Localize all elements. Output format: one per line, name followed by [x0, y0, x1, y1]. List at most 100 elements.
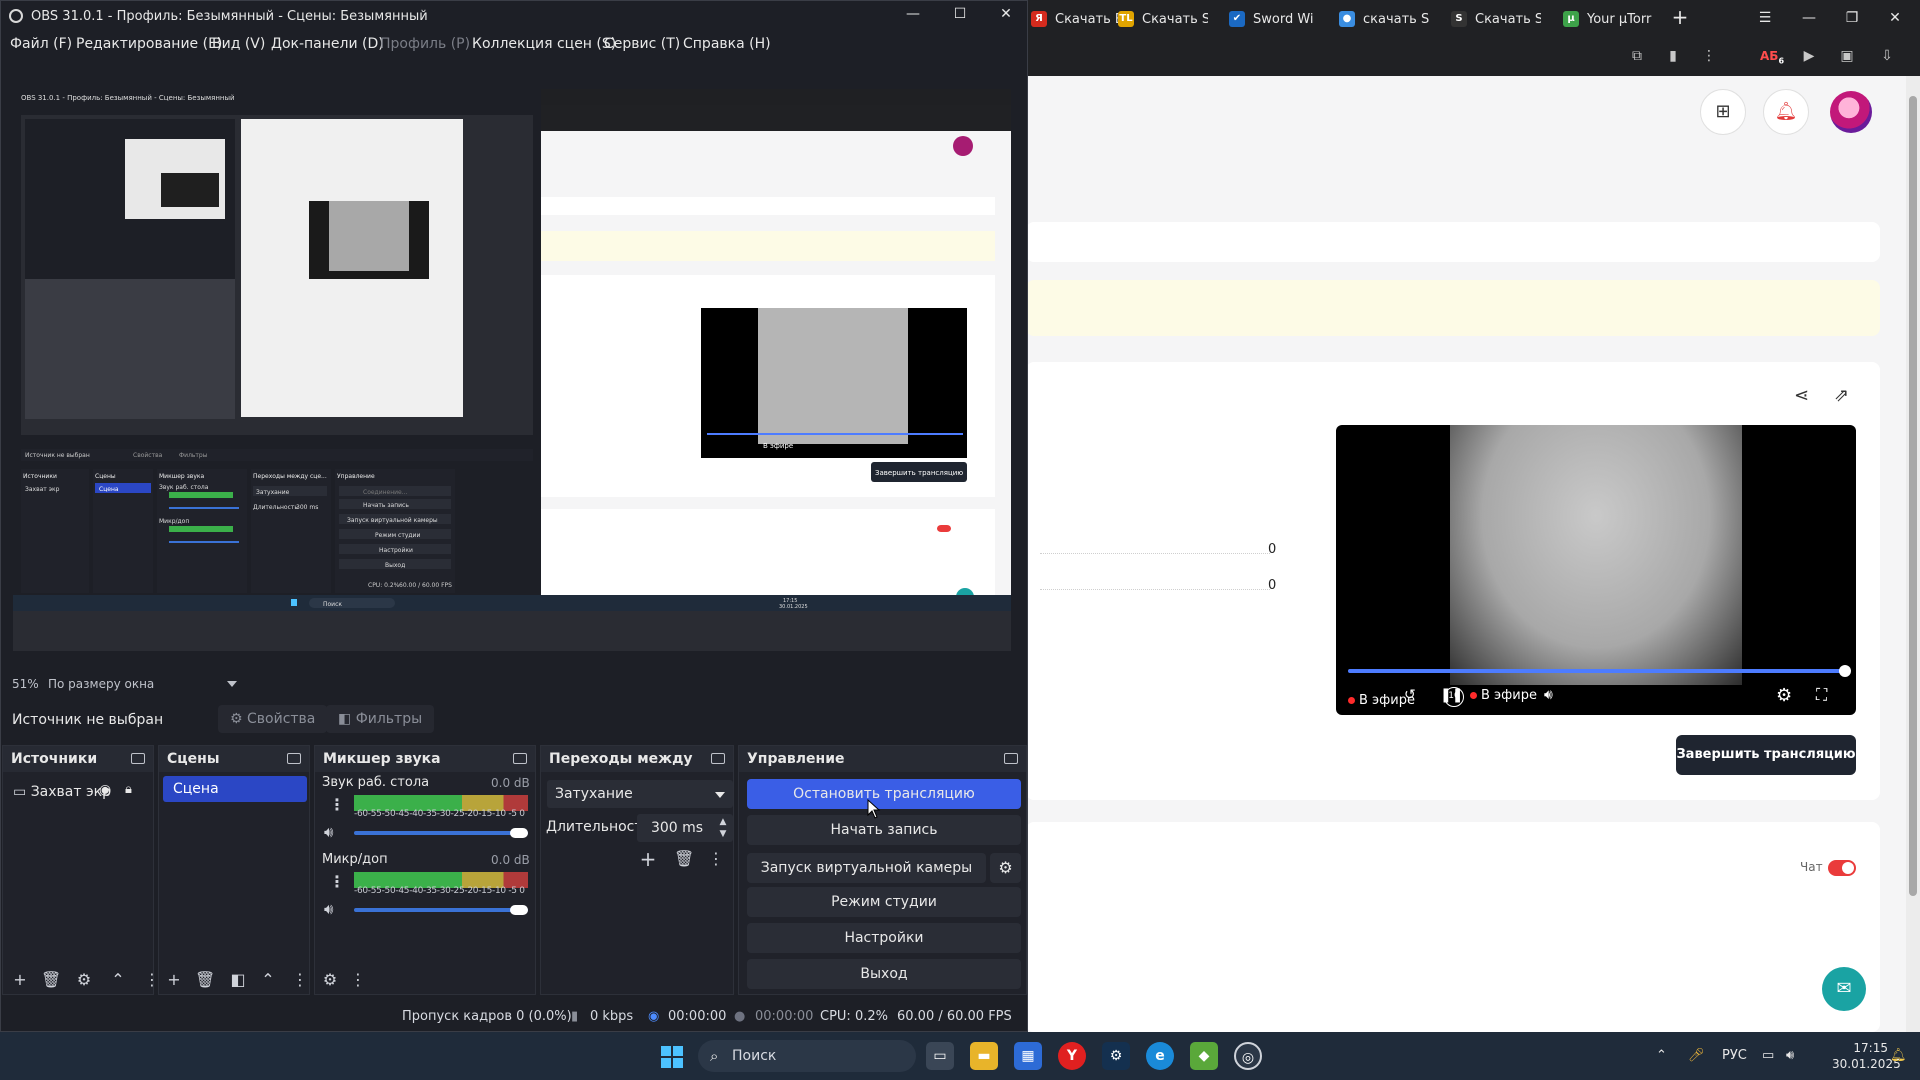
spin-down-icon[interactable]: ▼ — [717, 829, 729, 839]
zoom-mode-select[interactable]: По размеру окна — [48, 677, 154, 691]
volume-slider-knob[interactable] — [510, 828, 528, 838]
play-icon[interactable]: ▶ — [1798, 46, 1820, 66]
download-icon[interactable]: ⇩ — [1876, 46, 1898, 66]
volume-slider-knob[interactable] — [510, 905, 528, 915]
studio-mode-button[interactable]: Режим студии — [747, 887, 1021, 917]
source-item[interactable]: ▭ Захват экр — [13, 784, 111, 800]
exit-button[interactable]: Выход — [747, 959, 1021, 989]
undock-icon[interactable] — [287, 753, 301, 764]
scene-item[interactable]: Сцена — [163, 776, 307, 802]
filters-button[interactable]: ◧ Фильтры — [326, 705, 435, 733]
volume-slider[interactable] — [354, 831, 528, 835]
browser-tab-5[interactable]: S Скачать S — [1451, 6, 1541, 32]
undock-icon[interactable] — [1004, 753, 1018, 764]
minimize-icon[interactable]: — — [1797, 6, 1821, 30]
browser-tab-1[interactable]: Я Скачать Е — [1031, 6, 1121, 32]
start-recording-button[interactable]: Начать запись — [747, 815, 1021, 845]
stream-video-player[interactable]: В эфире ↺ ❚❚ 10 В эфире 🔊︎ ⚙ ⛶ — [1336, 425, 1856, 715]
app-icon[interactable]: ◆ — [1190, 1042, 1218, 1070]
trash-icon[interactable]: 🗑︎ — [41, 970, 61, 989]
new-tab-button[interactable]: + — [1668, 6, 1692, 30]
gear-icon[interactable]: ⚙ — [321, 970, 339, 989]
obs-preview[interactable]: Завершить трансляцию В эфире OBS 31.0.1 … — [13, 89, 1011, 651]
trash-icon[interactable]: 🗑︎ — [674, 849, 694, 868]
notification-bell-icon[interactable]: 🔔︎ — [1890, 1048, 1907, 1063]
microphone-icon[interactable]: 🎤︎ — [1688, 1048, 1705, 1063]
steam-icon[interactable]: ⚙ — [1102, 1042, 1130, 1070]
store-icon[interactable]: ▦ — [1014, 1042, 1042, 1070]
minimize-icon[interactable]: — — [898, 6, 928, 26]
undock-icon[interactable] — [131, 753, 145, 764]
file-explorer-icon[interactable]: ▬ — [970, 1042, 998, 1070]
duration-spinbox[interactable]: 300 ms ▲ ▼ — [637, 814, 733, 842]
menu-file[interactable]: Файл (F) — [10, 36, 72, 52]
menu-scene-collection[interactable]: Коллекция сцен (S) — [472, 36, 616, 52]
scrollbar-thumb[interactable] — [1909, 96, 1917, 896]
skip-10-icon[interactable]: 10 — [1444, 687, 1464, 707]
add-source-icon[interactable]: + — [11, 970, 29, 989]
clock[interactable]: 17:15 30.01.2025 — [1832, 1040, 1901, 1072]
eye-icon[interactable]: ◉ — [99, 782, 111, 798]
adblock-icon[interactable]: АБ6 — [1760, 46, 1784, 66]
add-scene-icon[interactable]: + — [165, 970, 183, 989]
avatar[interactable] — [1830, 91, 1872, 133]
settings-icon[interactable]: ⚙ — [1776, 685, 1792, 706]
volume-icon[interactable]: 🔊︎ — [1786, 1048, 1794, 1063]
settings-button[interactable]: Настройки — [747, 923, 1021, 953]
network-icon[interactable]: ▭ — [1762, 1048, 1774, 1063]
more-icon[interactable]: ⋮ — [291, 970, 309, 989]
obs-taskbar-icon[interactable]: ◎ — [1234, 1042, 1262, 1070]
rewind-icon[interactable]: ↺ — [1404, 687, 1416, 703]
windows-start-icon[interactable] — [661, 1046, 683, 1068]
channel-menu-icon[interactable]: ⋮ — [329, 795, 345, 814]
undock-icon[interactable] — [711, 753, 725, 764]
support-chat-icon[interactable]: ✉ — [1822, 967, 1866, 1011]
chevron-up-icon[interactable]: ⌃ — [1656, 1048, 1667, 1063]
add-transition-icon[interactable]: + — [639, 847, 657, 871]
menu-edit[interactable]: Редактирование (E) — [76, 36, 222, 52]
edge-icon[interactable]: e — [1146, 1042, 1174, 1070]
bookmark-icon[interactable]: ▮ — [1662, 46, 1684, 66]
volume-slider[interactable] — [354, 908, 528, 912]
notification-icon[interactable]: 🔔︎ — [1763, 89, 1809, 135]
maximize-icon[interactable]: ☐ — [945, 6, 975, 26]
virtual-camera-button[interactable]: Запуск виртуальной камеры — [747, 853, 986, 883]
virtual-camera-settings-icon[interactable]: ⚙ — [990, 853, 1021, 883]
stop-streaming-button[interactable]: Остановить трансляцию — [747, 779, 1021, 809]
more-icon[interactable]: ⋮ — [349, 970, 367, 989]
browser-tab-6[interactable]: µ Your μTorr — [1563, 6, 1663, 32]
chevron-down-icon[interactable] — [227, 681, 237, 687]
browser-tab-3[interactable]: ✔ Sword Wi — [1229, 6, 1319, 32]
translate-icon[interactable]: ⧉ — [1626, 46, 1648, 66]
close-icon[interactable]: ✕ — [991, 6, 1021, 26]
add-icon[interactable]: ⊞ — [1700, 89, 1746, 135]
lock-icon[interactable]: 🔒︎ — [125, 782, 132, 797]
menu-tools[interactable]: Сервис (T) — [604, 36, 680, 52]
speaker-icon[interactable]: 🔊︎ — [324, 900, 333, 918]
channel-menu-icon[interactable]: ⋮ — [329, 872, 345, 891]
browser-tab-2[interactable]: TL Скачать S — [1118, 6, 1208, 32]
finish-stream-button[interactable]: Завершить трансляцию — [1676, 735, 1856, 775]
task-view-icon[interactable]: ▭ — [926, 1042, 954, 1070]
browser-scrollbar[interactable] — [1906, 76, 1920, 1032]
undock-icon[interactable] — [513, 753, 527, 764]
speaker-icon[interactable]: 🔊︎ — [324, 823, 333, 841]
more-icon[interactable]: ⋮ — [1698, 46, 1720, 66]
external-link-icon[interactable]: ⇗ — [1834, 385, 1849, 406]
language-indicator[interactable]: РУС — [1722, 1048, 1747, 1063]
yandex-browser-icon[interactable]: Y — [1058, 1042, 1086, 1070]
share-icon[interactable]: ⋖ — [1794, 385, 1809, 406]
menu-icon[interactable]: ☰ — [1753, 6, 1777, 30]
move-up-icon[interactable]: ⌃ — [259, 970, 277, 989]
menu-view[interactable]: Вид (V) — [212, 36, 265, 52]
video-progress-knob[interactable] — [1839, 665, 1851, 677]
filter-icon[interactable]: ◧ — [229, 970, 247, 989]
menu-help[interactable]: Справка (H) — [683, 36, 771, 52]
transition-select[interactable]: Затухание — [547, 780, 733, 808]
fullscreen-icon[interactable]: ⛶ — [1816, 685, 1827, 705]
menu-profile[interactable]: Профиль (P) — [380, 36, 470, 52]
volume-icon[interactable]: 🔊︎ — [1544, 687, 1553, 703]
video-progress[interactable] — [1348, 669, 1844, 673]
properties-button[interactable]: ⚙ Свойства — [218, 705, 328, 733]
chat-toggle[interactable] — [1828, 860, 1856, 876]
